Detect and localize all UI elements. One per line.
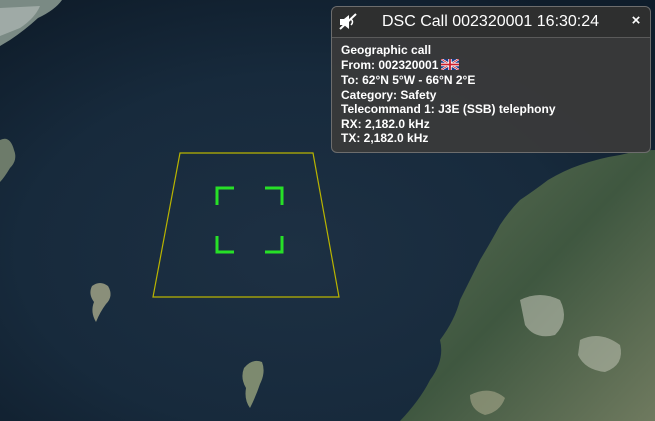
popup-title: DSC Call 002320001 16:30:24 xyxy=(382,13,600,30)
popup-body: Geographic call From: 002320001 To: 62°N… xyxy=(332,38,650,146)
muted-speaker-icon[interactable] xyxy=(338,13,358,31)
telecommand-line: Telecommand 1: J3E (SSB) telephony xyxy=(341,102,556,116)
uk-flag-icon xyxy=(440,57,460,74)
tx-line: TX: 2,182.0 kHz xyxy=(341,131,429,145)
close-button[interactable]: × xyxy=(628,12,644,30)
from-value: From: 002320001 xyxy=(341,57,439,72)
area-line: To: 62°N 5°W - 66°N 2°E xyxy=(341,73,476,87)
dsc-call-popup: DSC Call 002320001 16:30:24 × Geographic… xyxy=(331,6,651,153)
popup-header: DSC Call 002320001 16:30:24 × xyxy=(332,7,650,38)
rx-line: RX: 2,182.0 kHz xyxy=(341,116,430,131)
category-line: Category: Safety xyxy=(341,87,437,102)
call-type: Geographic call xyxy=(341,43,432,57)
from-line: From: 002320001 xyxy=(341,58,641,74)
